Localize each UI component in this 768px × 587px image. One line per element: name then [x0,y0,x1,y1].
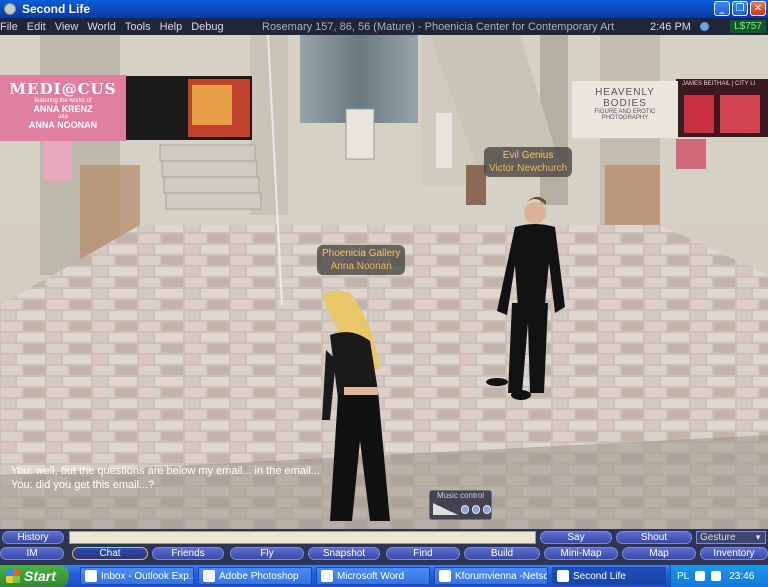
im-button[interactable]: IM [0,547,64,560]
build-button[interactable]: Build [464,547,540,560]
chat-line: You: did you get this email...? [11,479,155,491]
music-volume-slider[interactable] [433,503,458,515]
word-icon [321,570,333,582]
poster-heavenly-bodies[interactable]: HEAVENLY BODIES FIGURE AND EROTIC PHOTOG… [572,81,678,138]
second-life-icon [557,570,569,582]
menu-debug[interactable]: Debug [191,21,231,33]
music-control: Music control [429,490,492,520]
main-toolbar: IM Chat Friends Fly Snapshot Find Build … [0,545,768,565]
photoshop-icon [203,570,215,582]
netscape-icon [439,570,451,582]
poster-bodies-title: HEAVENLY BODIES [595,87,655,109]
start-label: Start [24,568,56,584]
clock: 2:46 PM [650,20,691,33]
menu-edit[interactable]: Edit [27,21,54,33]
window-titlebar[interactable]: Second Life _ ❐ ✕ [0,0,768,18]
windows-taskbar: Start Inbox - Outlook Exp... Adobe Photo… [0,565,768,587]
help-icon[interactable] [695,571,706,581]
snapshot-button[interactable]: Snapshot [308,547,380,560]
start-button[interactable]: Start [0,565,69,587]
music-control-label: Music control [436,491,485,500]
language-indicator[interactable]: PL [677,571,689,582]
3d-viewport[interactable]: MEDI@CUS featuring the works of ANNA KRE… [0,35,768,529]
nametag-name: Victor Newchurch [489,163,568,174]
say-button[interactable]: Say [540,531,612,544]
task-label: Adobe Photoshop [219,570,299,582]
gesture-label: Gesture [700,532,736,543]
close-button[interactable]: ✕ [750,1,766,16]
nametag-victor-newchurch: Evil Genius Victor Newchurch [484,147,573,177]
system-tray: PL 23:46 [670,565,768,587]
mini-map-button[interactable]: Mini-Map [544,547,618,560]
friends-button[interactable]: Friends [152,547,224,560]
status-indicator-icon [700,22,709,31]
nametag-name: Anna Noonan [330,261,392,272]
task-second-life[interactable]: Second Life [552,567,666,585]
nametag-group: Evil Genius [502,150,554,161]
music-pause-icon[interactable] [471,504,480,514]
maximize-button[interactable]: ❐ [732,1,748,16]
menu-world[interactable]: World [87,21,124,33]
chat-line: You: well, but the questions are below m… [11,465,320,477]
shout-button[interactable]: Shout [616,531,692,544]
linden-balance[interactable]: L$757 [730,20,766,33]
nametag-anna-noonan: Phoenicia Gallery Anna Noonan [317,245,406,275]
menu-file[interactable]: File [0,21,26,33]
poster-bodies-subtitle: FIGURE AND EROTIC PHOTOGRAPHY [594,109,656,121]
task-label: Inbox - Outlook Exp... [101,570,194,582]
menu-view[interactable]: View [55,21,87,33]
music-stop-icon[interactable] [482,504,491,514]
chat-button[interactable]: Chat [72,547,148,560]
music-play-icon[interactable] [460,504,469,514]
menu-bar: File Edit View World Tools Help Debug Ro… [0,18,768,35]
inventory-button[interactable]: Inventory [700,547,768,560]
poster-medicus-name1: ANNA KRENZ [33,104,93,114]
menu-tools[interactable]: Tools [125,21,159,33]
task-outlook[interactable]: Inbox - Outlook Exp... [80,567,194,585]
find-button[interactable]: Find [386,547,460,560]
poster-medicus-title: MEDI@CUS [9,80,117,98]
poster-medicus-name2: ANNA NOONAN [28,120,98,130]
region-location[interactable]: Rosemary 157, 86, 56 (Mature) - Phoenici… [262,21,614,33]
tray-clock: 23:46 [729,570,755,582]
nametag-group: Phoenicia Gallery [322,248,401,259]
chevron-down-icon: ▼ [754,533,762,542]
history-button[interactable]: History [2,531,64,544]
window-controls: _ ❐ ✕ [714,1,766,16]
task-label: Second Life [573,570,626,582]
second-life-app-icon [4,3,16,15]
chat-log: You: well, but the questions are below m… [11,464,320,492]
menu-help[interactable]: Help [160,21,191,33]
task-word[interactable]: Microsoft Word [316,567,430,585]
minimize-button[interactable]: _ [714,1,730,16]
chat-bar: History Say Shout Gesture ▼ [0,529,768,545]
windows-flag-icon [6,569,20,583]
fly-button[interactable]: Fly [230,547,304,560]
window-title: Second Life [22,2,91,16]
gesture-dropdown[interactable]: Gesture ▼ [696,531,766,544]
poster-medicus[interactable]: MEDI@CUS featuring the works of ANNA KRE… [0,75,126,141]
map-button[interactable]: Map [622,547,696,560]
task-label: Kforumvienna -Netsc... [455,570,548,582]
task-label: Microsoft Word [337,570,405,582]
network-icon[interactable] [711,571,722,581]
task-photoshop[interactable]: Adobe Photoshop [198,567,312,585]
outlook-icon [85,570,97,582]
chat-input[interactable] [69,531,536,544]
task-netscape[interactable]: Kforumvienna -Netsc... [434,567,548,585]
right-banner-text: JAMES BEITHAIL | CITY LI [682,81,756,87]
